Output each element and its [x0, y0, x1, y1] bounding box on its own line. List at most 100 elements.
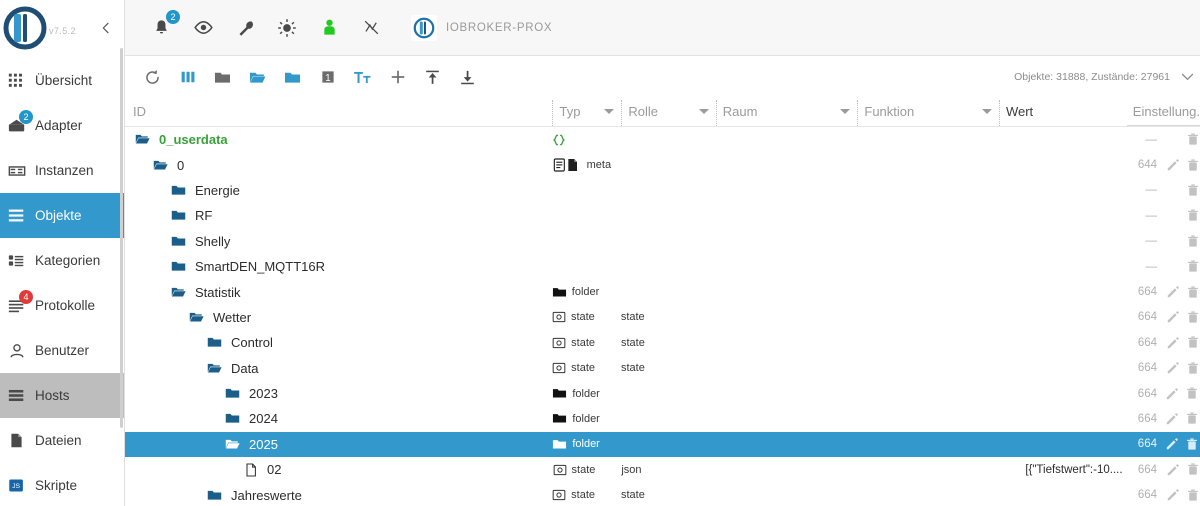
row-id-cell[interactable]: Wetter	[125, 308, 552, 327]
row-id-cell[interactable]: 02	[125, 460, 553, 479]
row-id-cell[interactable]: Data	[125, 359, 552, 378]
wrench-icon[interactable]	[233, 16, 257, 40]
table-row[interactable]: SmartDEN_MQTT16R —	[125, 254, 1200, 279]
eye-icon[interactable]	[191, 16, 215, 40]
delete-icon[interactable]	[1185, 360, 1200, 376]
column-header-einstellungen[interactable]: Einstellung.	[1126, 100, 1200, 126]
edit-icon[interactable]	[1165, 259, 1180, 275]
refresh-icon[interactable]	[135, 61, 170, 93]
import-icon[interactable]	[415, 61, 450, 93]
delete-icon[interactable]	[1185, 436, 1200, 452]
table-row[interactable]: Shelly —	[125, 229, 1200, 254]
table-row[interactable]: RF —	[125, 203, 1200, 228]
folder-closed-icon[interactable]	[169, 232, 188, 251]
delete-icon[interactable]	[1185, 157, 1200, 173]
sidebar-item-instanzen[interactable]: Instanzen	[0, 148, 124, 193]
edit-icon[interactable]	[1165, 360, 1180, 376]
person-green-icon[interactable]	[317, 16, 341, 40]
table-row[interactable]: 2025 folder 664	[125, 431, 1200, 458]
bell-icon[interactable]: 2	[149, 9, 180, 40]
delete-icon[interactable]	[1185, 284, 1200, 300]
column-header-raum[interactable]: Raum	[715, 100, 858, 126]
export-icon[interactable]	[450, 61, 485, 93]
folder-closed-icon[interactable]	[223, 384, 242, 403]
sidebar-item-hosts[interactable]: Hosts	[0, 373, 124, 418]
edit-icon[interactable]	[1165, 386, 1180, 402]
sidebar-item-adapter[interactable]: 2 Adapter	[0, 103, 124, 148]
table-row[interactable]: 0_userdata —	[125, 127, 1200, 152]
edit-icon[interactable]	[1165, 487, 1180, 503]
table-row[interactable]: Wetter state state 664	[125, 305, 1200, 330]
row-id-cell[interactable]: Jahreswerte	[125, 486, 552, 505]
edit-icon[interactable]	[1165, 335, 1180, 351]
folder-closed-icon[interactable]	[169, 206, 188, 225]
chevron-down-icon[interactable]	[604, 109, 615, 114]
chevron-down-icon[interactable]	[840, 109, 851, 114]
depth-one-icon[interactable]: 1	[310, 61, 345, 93]
folder-open-icon[interactable]	[133, 130, 152, 149]
row-id-cell[interactable]: 0	[125, 156, 552, 175]
row-id-cell[interactable]: Shelly	[125, 232, 552, 251]
column-header-typ[interactable]: Typ	[552, 100, 621, 126]
add-icon[interactable]	[380, 61, 415, 93]
folder-open-icon[interactable]	[187, 308, 206, 327]
sidebar-item-uebersicht[interactable]: Übersicht	[0, 58, 124, 103]
row-id-cell[interactable]: 0_userdata	[125, 130, 551, 149]
folder-closed-icon[interactable]	[205, 333, 224, 352]
edit-icon[interactable]	[1165, 132, 1180, 148]
row-id-cell[interactable]: 2024	[125, 409, 552, 428]
column-header-id[interactable]: ID	[127, 100, 552, 126]
host-selector[interactable]: IOBROKER-PROX	[411, 14, 552, 41]
edit-icon[interactable]	[1165, 233, 1180, 249]
edit-icon[interactable]	[1165, 182, 1180, 198]
edit-icon[interactable]	[1165, 157, 1180, 173]
folder-open-icon[interactable]	[223, 435, 242, 454]
folder-closed-icon[interactable]	[205, 61, 240, 93]
folder-closed-icon[interactable]	[223, 409, 242, 428]
row-id-cell[interactable]: SmartDEN_MQTT16R	[125, 257, 552, 276]
sidebar-collapse-button[interactable]	[94, 16, 118, 40]
table-row[interactable]: Control state state 664	[125, 330, 1200, 355]
delete-icon[interactable]	[1185, 487, 1200, 503]
row-id-cell[interactable]: 2023	[125, 384, 552, 403]
delete-icon[interactable]	[1185, 411, 1200, 427]
table-row[interactable]: 2024 folder 664	[125, 406, 1200, 431]
columns-icon[interactable]	[170, 61, 205, 93]
folder-open-icon[interactable]	[205, 359, 224, 378]
edit-icon[interactable]	[1165, 462, 1180, 478]
row-id-cell[interactable]: 2025	[125, 435, 552, 454]
edit-icon[interactable]	[1165, 284, 1180, 300]
folder-closed-icon[interactable]	[169, 257, 188, 276]
chevron-down-icon[interactable]	[698, 109, 709, 114]
folder-closed-icon[interactable]	[169, 181, 188, 200]
delete-icon[interactable]	[1185, 182, 1200, 198]
chevron-down-icon[interactable]	[981, 109, 992, 114]
delete-icon[interactable]	[1185, 386, 1200, 402]
sidebar-item-dateien[interactable]: Dateien	[0, 418, 124, 463]
row-id-cell[interactable]: Energie	[125, 181, 552, 200]
edit-icon[interactable]	[1165, 436, 1180, 452]
column-header-rolle[interactable]: Rolle	[621, 100, 715, 126]
folder-closed-icon[interactable]	[205, 486, 224, 505]
sidebar-item-benutzer[interactable]: Benutzer	[0, 328, 124, 373]
sidebar-scrollbar[interactable]	[120, 48, 123, 428]
row-id-cell[interactable]: RF	[125, 206, 552, 225]
table-row[interactable]: Jahreswerte state state 664	[125, 482, 1200, 506]
sidebar-item-kategorien[interactable]: Kategorien	[0, 238, 124, 283]
delete-icon[interactable]	[1185, 132, 1200, 148]
delete-icon[interactable]	[1185, 309, 1200, 325]
file-icon[interactable]	[241, 460, 260, 479]
brightness-icon[interactable]	[275, 16, 299, 40]
delete-icon[interactable]	[1185, 335, 1200, 351]
column-header-wert[interactable]: Wert	[998, 100, 1127, 126]
sidebar-item-skripte[interactable]: JS Skripte	[0, 463, 124, 506]
text-size-icon[interactable]	[345, 61, 380, 93]
folder-open-icon[interactable]	[240, 61, 275, 93]
row-id-cell[interactable]: Statistik	[125, 283, 552, 302]
table-row[interactable]: Statistik folder 664	[125, 279, 1200, 304]
delete-icon[interactable]	[1185, 259, 1200, 275]
folder-open-icon[interactable]	[151, 156, 170, 175]
column-header-funktion[interactable]: Funktion	[857, 100, 999, 126]
table-row[interactable]: 2023 folder 664	[125, 381, 1200, 406]
edit-icon[interactable]	[1165, 309, 1180, 325]
